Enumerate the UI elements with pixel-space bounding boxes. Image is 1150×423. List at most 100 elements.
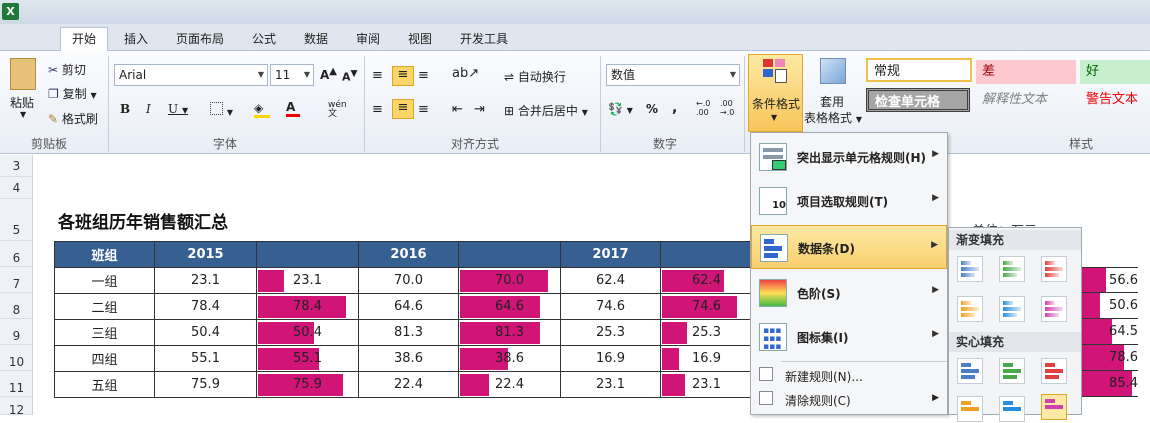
decrease-decimal-button[interactable]: .00 →.0 bbox=[720, 99, 734, 117]
group-cell[interactable]: 二组 bbox=[54, 293, 155, 320]
solid-red-bar-option[interactable] bbox=[1041, 358, 1067, 384]
databar-cell[interactable]: 22.4 bbox=[458, 371, 561, 398]
paste-dropdown-icon[interactable]: ▼ bbox=[20, 110, 26, 119]
value-cell[interactable]: 16.9 bbox=[560, 345, 661, 372]
table-format-icon[interactable] bbox=[820, 58, 846, 84]
tab-formulas[interactable]: 公式 bbox=[244, 28, 284, 51]
align-center-icon[interactable]: ≡ bbox=[392, 99, 414, 119]
merge-center-button[interactable]: ⊞ 合并后居中 ▼ bbox=[504, 102, 588, 119]
header-cell[interactable] bbox=[458, 241, 561, 268]
percent-button[interactable]: % bbox=[646, 102, 658, 116]
databar-cell[interactable]: 23.1 bbox=[256, 267, 359, 294]
font-name-combo[interactable]: Arial ▼ bbox=[114, 64, 268, 86]
tab-view[interactable]: 视图 bbox=[400, 28, 440, 51]
align-top-icon[interactable]: ≡ bbox=[372, 68, 383, 83]
value-cell[interactable]: 22.4 bbox=[358, 371, 459, 398]
header-cell[interactable]: 2017 bbox=[560, 241, 661, 268]
group-cell[interactable]: 五组 bbox=[54, 371, 155, 398]
solid-blue-bar-option[interactable] bbox=[957, 358, 983, 384]
style-explanatory[interactable]: 解释性文本 bbox=[976, 88, 1076, 112]
tab-developer[interactable]: 开发工具 bbox=[452, 28, 516, 51]
style-warning[interactable]: 警告文本 bbox=[1080, 88, 1150, 112]
align-right-icon[interactable]: ≡ bbox=[418, 102, 429, 117]
group-cell[interactable]: 四组 bbox=[54, 345, 155, 372]
tab-page-layout[interactable]: 页面布局 bbox=[168, 28, 232, 51]
row-number[interactable]: 5 bbox=[0, 199, 33, 241]
row-number[interactable]: 6 bbox=[0, 241, 33, 267]
row-number[interactable]: 7 bbox=[0, 267, 33, 293]
header-cell[interactable] bbox=[660, 241, 753, 268]
tab-data[interactable]: 数据 bbox=[296, 28, 336, 51]
value-cell[interactable]: 70.0 bbox=[358, 267, 459, 294]
databar-cell[interactable]: 74.6 bbox=[660, 293, 753, 320]
orientation-icon[interactable]: ab↗ bbox=[452, 66, 479, 81]
font-size-combo[interactable]: 11 ▼ bbox=[270, 64, 314, 86]
value-cell[interactable]: 55.1 bbox=[154, 345, 257, 372]
solid-lightblue-bar-option[interactable] bbox=[999, 396, 1025, 422]
row-number[interactable]: 8 bbox=[0, 293, 33, 319]
value-cell[interactable]: 38.6 bbox=[358, 345, 459, 372]
menu-item-new-rule[interactable]: 新建规则(N)... bbox=[751, 363, 947, 387]
row-number[interactable]: 10 bbox=[0, 345, 33, 371]
wen-button[interactable]: wén 文 bbox=[328, 101, 347, 119]
paste-icon[interactable] bbox=[10, 58, 36, 90]
tab-home[interactable]: 开始 bbox=[60, 27, 108, 52]
row-number[interactable]: 4 bbox=[0, 177, 33, 199]
currency-button[interactable]: 💱 ▼ bbox=[608, 102, 633, 116]
solid-purple-bar-option[interactable] bbox=[1041, 394, 1067, 420]
grow-font-icon[interactable]: A▲ bbox=[320, 66, 337, 82]
increase-decimal-button[interactable]: ←.0 .00 bbox=[696, 99, 710, 117]
menu-item-color-scales[interactable]: 色阶(S) ▶ bbox=[751, 271, 947, 315]
value-cell[interactable]: 23.1 bbox=[154, 267, 257, 294]
databar-cell[interactable]: 55.1 bbox=[256, 345, 359, 372]
wrap-text-button[interactable]: ⇌ 自动换行 bbox=[504, 68, 566, 85]
row-number[interactable]: 3 bbox=[0, 155, 33, 177]
databar-cell[interactable]: 25.3 bbox=[660, 319, 753, 346]
font-color-button[interactable]: A bbox=[286, 100, 300, 117]
databar-cell[interactable]: 64.5 bbox=[1082, 319, 1138, 345]
align-middle-icon[interactable]: ≡ bbox=[392, 66, 414, 86]
databar-cell[interactable]: 50.4 bbox=[256, 319, 359, 346]
style-check-cell[interactable]: 检查单元格 bbox=[866, 88, 970, 112]
row-number[interactable]: 9 bbox=[0, 319, 33, 345]
increase-indent-icon[interactable]: ⇥ bbox=[474, 102, 485, 117]
header-cell[interactable]: 2015 bbox=[154, 241, 257, 268]
number-format-combo[interactable]: 数值 ▼ bbox=[606, 64, 740, 86]
group-cell[interactable]: 三组 bbox=[54, 319, 155, 346]
databar-cell[interactable]: 38.6 bbox=[458, 345, 561, 372]
border-button[interactable]: ▼ bbox=[210, 102, 233, 118]
databar-cell[interactable]: 16.9 bbox=[660, 345, 753, 372]
value-cell[interactable]: 81.3 bbox=[358, 319, 459, 346]
databar-cell[interactable]: 56.6 bbox=[1082, 267, 1138, 293]
align-left-icon[interactable]: ≡ bbox=[372, 102, 383, 117]
databar-cell[interactable]: 62.4 bbox=[660, 267, 753, 294]
gradient-orange-bar-option[interactable] bbox=[957, 296, 983, 322]
style-bad[interactable]: 差 bbox=[976, 60, 1076, 84]
gradient-red-bar-option[interactable] bbox=[1041, 256, 1067, 282]
menu-item-clear-rules[interactable]: 清除规则(C) ▶ bbox=[751, 387, 947, 411]
value-cell[interactable]: 74.6 bbox=[560, 293, 661, 320]
menu-item-icon-sets[interactable]: ▪▪▪ ▪▪▪ ▪▪▪ 图标集(I) ▶ bbox=[751, 315, 947, 359]
databar-cell[interactable]: 23.1 bbox=[660, 371, 753, 398]
value-cell[interactable]: 78.4 bbox=[154, 293, 257, 320]
header-cell[interactable] bbox=[256, 241, 359, 268]
group-cell[interactable]: 一组 bbox=[54, 267, 155, 294]
databar-cell[interactable]: 85.4 bbox=[1082, 371, 1138, 397]
databar-cell[interactable]: 78.4 bbox=[256, 293, 359, 320]
italic-button[interactable]: I bbox=[146, 102, 151, 116]
align-bottom-icon[interactable]: ≡ bbox=[418, 68, 429, 83]
format-painter-button[interactable]: ✎ 格式刷 bbox=[48, 110, 98, 127]
underline-button[interactable]: U ▼ bbox=[168, 102, 188, 116]
databar-cell[interactable]: 75.9 bbox=[256, 371, 359, 398]
value-cell[interactable]: 50.4 bbox=[154, 319, 257, 346]
value-cell[interactable]: 62.4 bbox=[560, 267, 661, 294]
shrink-font-icon[interactable]: A▼ bbox=[342, 68, 358, 84]
gradient-purple-bar-option[interactable] bbox=[1041, 296, 1067, 322]
value-cell[interactable]: 25.3 bbox=[560, 319, 661, 346]
menu-item-data-bars[interactable]: 数据条(D) ▶ bbox=[751, 225, 947, 269]
sheet-title[interactable]: 各班组历年销售额汇总 bbox=[58, 208, 228, 233]
tab-insert[interactable]: 插入 bbox=[116, 28, 156, 51]
value-cell[interactable]: 64.6 bbox=[358, 293, 459, 320]
cut-button[interactable]: ✂ 剪切 bbox=[48, 61, 86, 78]
table-format-button-2[interactable]: 表格格式 ▼ bbox=[804, 109, 862, 126]
